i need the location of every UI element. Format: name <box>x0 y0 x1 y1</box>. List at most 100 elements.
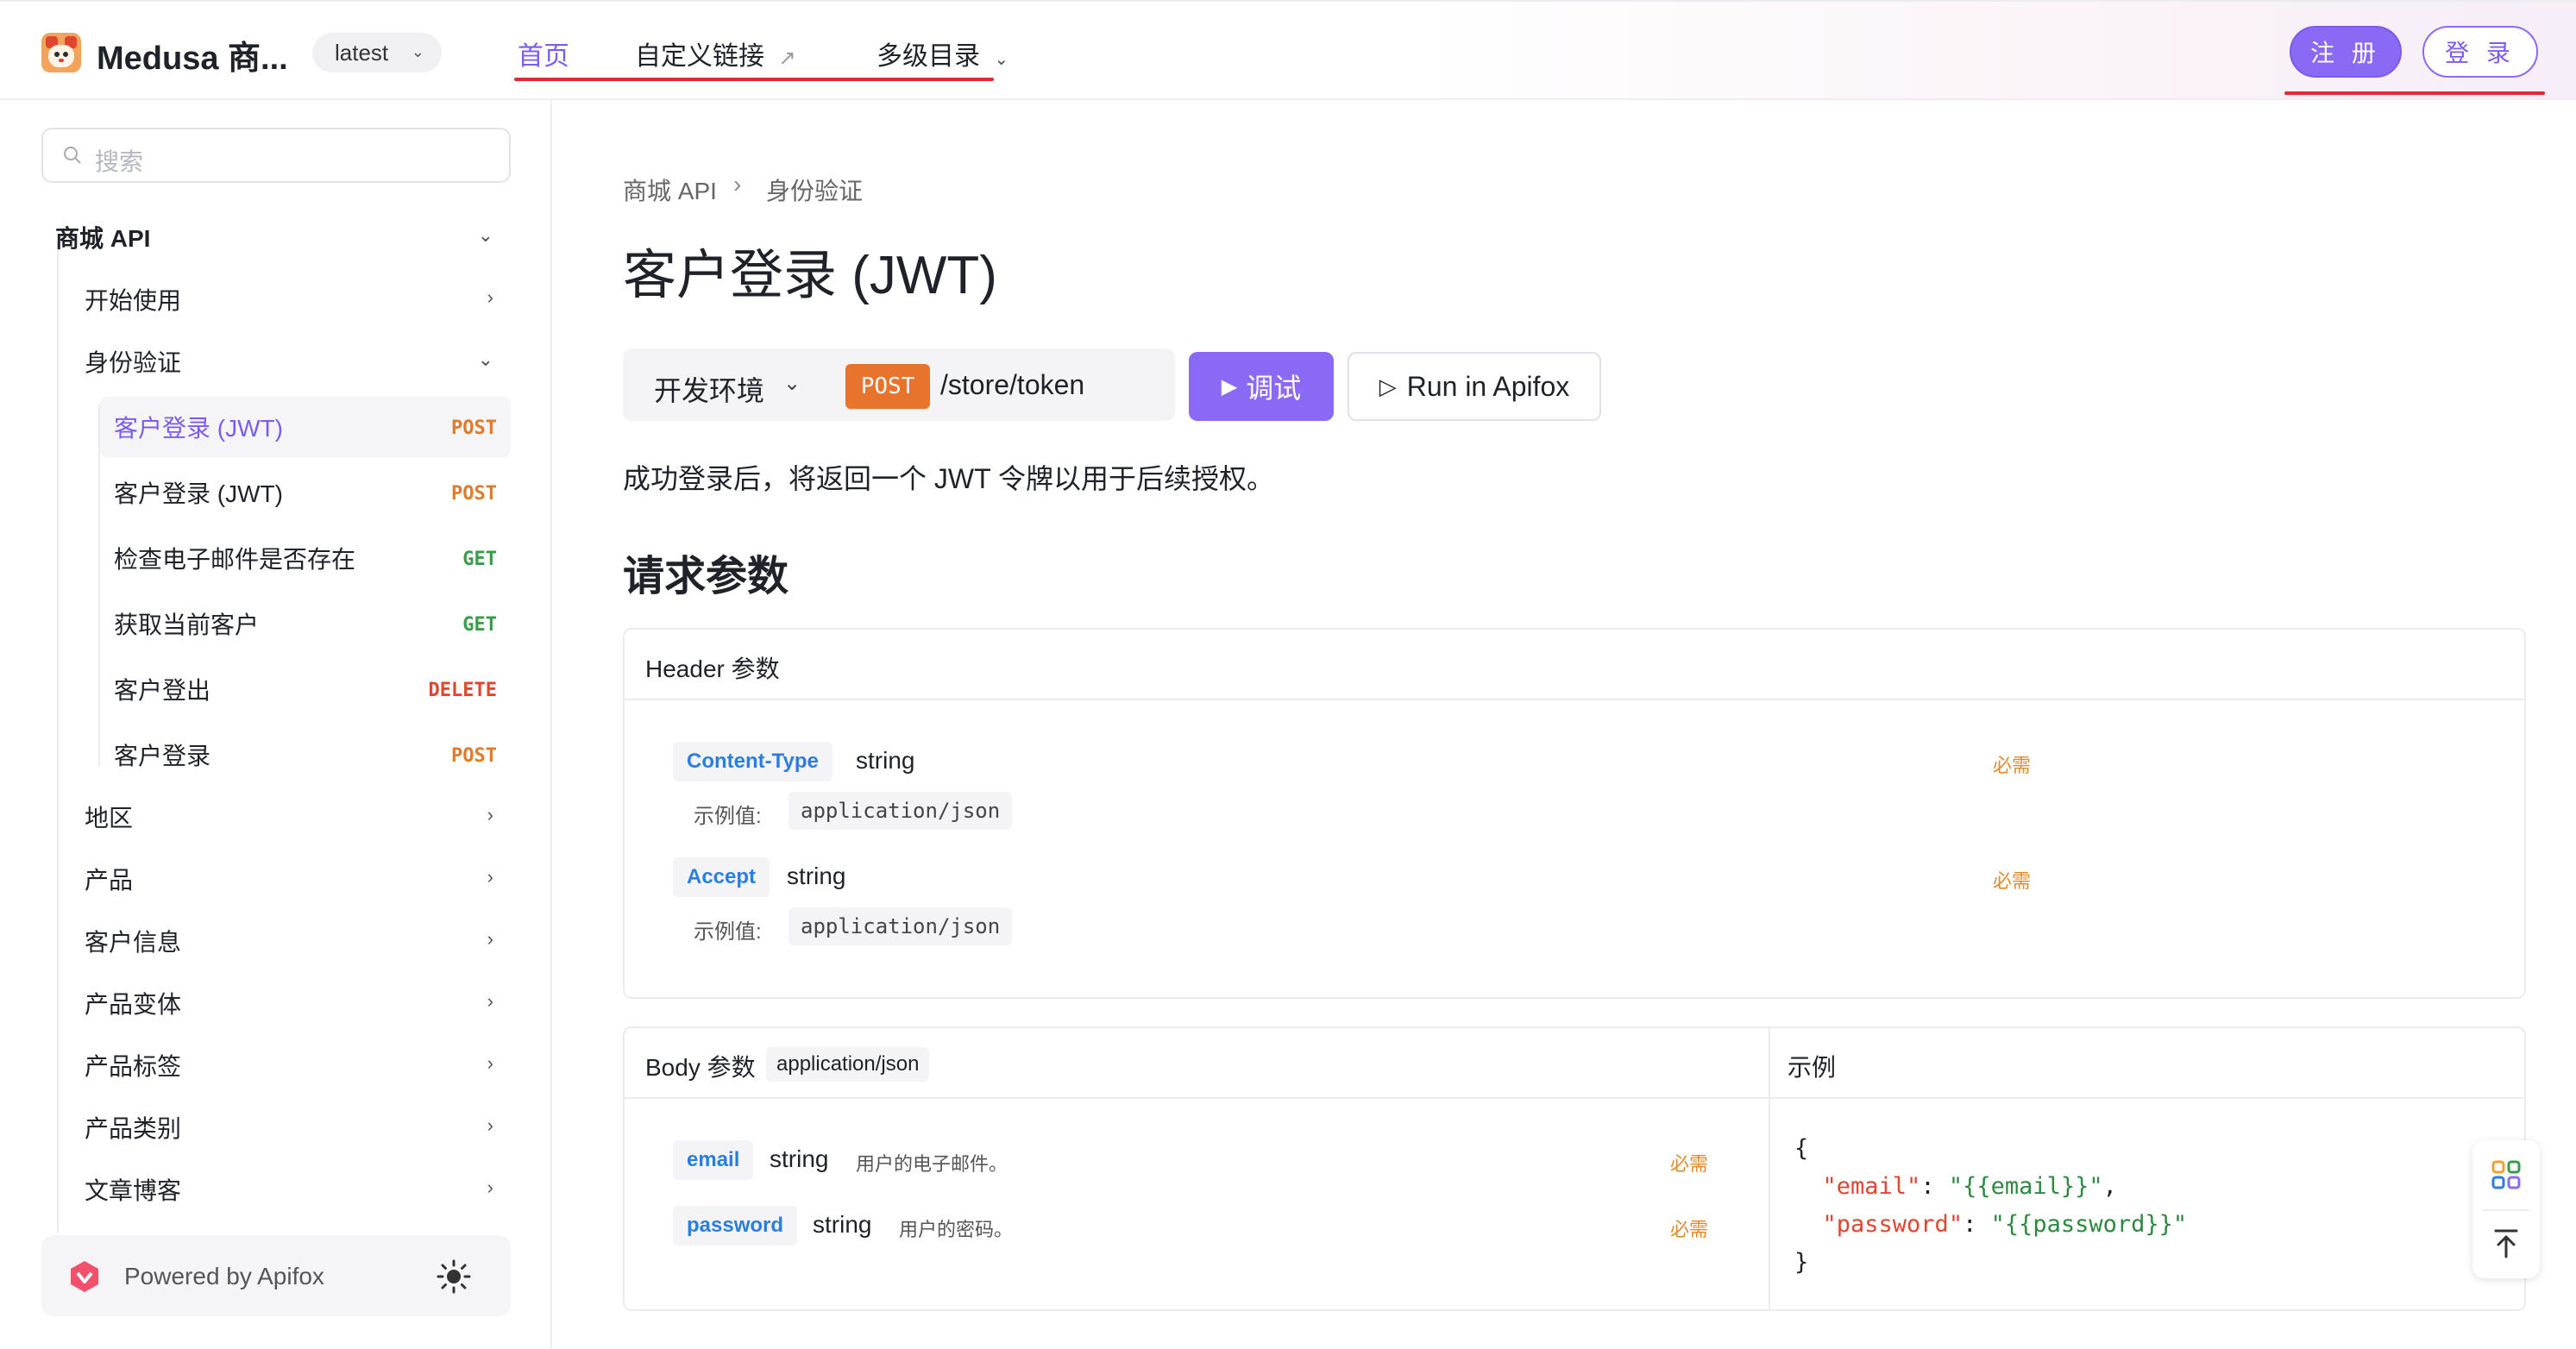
env-url-bar: 开发环境 ⌄ POST /store/token <box>623 348 1175 421</box>
param-type: string <box>787 863 846 889</box>
sidebar-item-customer-info[interactable]: 客户信息 › <box>71 911 511 971</box>
chevron-down-icon: ⌄ <box>411 43 424 60</box>
search-input[interactable]: 搜索 <box>41 128 511 183</box>
param-required: 必需 <box>1993 870 2032 892</box>
sidebar-item-customer-login-jwt-selected[interactable]: 客户登录 (JWT) POST <box>100 397 511 457</box>
nav-custom-link[interactable]: 自定义链接 ↗ <box>635 35 795 72</box>
sidebar-item-label: 身份验证 <box>85 349 182 376</box>
method-badge: GET <box>462 614 497 636</box>
endpoint-path: /store/token <box>940 369 1085 400</box>
chevron-down-icon: ⌄ <box>477 348 493 370</box>
code-value: "{{email}}" <box>1948 1173 2103 1200</box>
medusa-logo-icon[interactable] <box>41 33 81 72</box>
param-required: 必需 <box>1670 1153 1709 1175</box>
debug-button[interactable]: ▶ 调试 <box>1189 352 1334 421</box>
page-title: 客户登录 (JWT) <box>623 246 997 305</box>
sidebar-item-label: 客户登录 (JWT) <box>114 415 283 442</box>
example-label: 示例值: <box>694 805 762 828</box>
param-description: 用户的电子邮件。 <box>856 1153 1008 1175</box>
breadcrumb-auth[interactable]: 身份验证 <box>766 173 863 207</box>
sidebar-item-label: 客户登出 <box>114 677 211 704</box>
param-name[interactable]: Accept <box>673 857 770 897</box>
method-badge: POST <box>451 417 497 439</box>
external-link-icon: ↗ <box>778 47 796 70</box>
example-label: 示例值: <box>694 920 762 944</box>
theme-toggle-sun-icon[interactable] <box>435 1258 473 1296</box>
code-value: "{{password}}" <box>1990 1211 2188 1238</box>
site-title[interactable]: Medusa 商... <box>97 31 288 78</box>
chevron-down-icon[interactable]: ⌄ <box>783 371 801 396</box>
apps-grid-icon[interactable] <box>2491 1159 2522 1190</box>
chevron-right-icon: › <box>487 286 493 308</box>
method-badge: POST <box>845 364 930 409</box>
sidebar-item-check-email[interactable]: 检查电子邮件是否存在 GET <box>100 528 511 588</box>
sidebar-item-blog[interactable]: 文章博客 › <box>71 1159 511 1220</box>
sidebar-item-label: 客户登录 <box>114 743 211 769</box>
sidebar-item-label: 客户登录 (JWT) <box>114 480 283 507</box>
top-header: Medusa 商... latest ⌄ 首页 自定义链接 ↗ 多级目录 ⌄ 注… <box>0 0 2576 100</box>
param-name[interactable]: email <box>673 1140 754 1180</box>
chevron-right-icon: › <box>487 866 493 888</box>
param-name[interactable]: password <box>673 1206 798 1245</box>
nav-annotation-underline <box>514 78 994 81</box>
sidebar-item-label: 检查电子邮件是否存在 <box>114 546 356 573</box>
sidebar-item-label: 获取当前客户 <box>114 612 260 638</box>
sidebar-item-products[interactable]: 产品 › <box>71 849 511 909</box>
sidebar-item-label: 产品类别 <box>85 1115 182 1142</box>
back-to-top-icon[interactable] <box>2492 1228 2520 1259</box>
sidebar-item-label: 地区 <box>85 805 134 831</box>
chevron-right-icon: › <box>487 1052 493 1074</box>
search-icon <box>64 147 81 164</box>
param-type: string <box>813 1211 872 1238</box>
sidebar-item-label: 产品标签 <box>85 1053 182 1080</box>
example-title: 示例 <box>1787 1054 1837 1081</box>
search-placeholder: 搜索 <box>95 148 144 175</box>
breadcrumb-shop-api[interactable]: 商城 API <box>623 173 717 207</box>
env-select[interactable]: 开发环境 <box>654 369 764 409</box>
param-name[interactable]: Content-Type <box>673 742 832 781</box>
chevron-right-icon: › <box>487 1176 493 1198</box>
code-brace: } <box>1794 1249 1809 1276</box>
example-value: application/json <box>789 792 1013 830</box>
sidebar-item-product-tags[interactable]: 产品标签 › <box>71 1035 511 1095</box>
apifox-logo-icon <box>71 1261 98 1292</box>
register-button[interactable]: 注 册 <box>2290 26 2402 78</box>
method-badge: DELETE <box>428 680 497 701</box>
sidebar-item-label: 产品变体 <box>85 991 182 1018</box>
play-icon: ▶ <box>1221 374 1238 398</box>
sidebar-item-label: 开始使用 <box>85 287 182 314</box>
sidebar-item-regions[interactable]: 地区 › <box>71 787 511 847</box>
powered-by-text: Powered by Apifox <box>124 1263 324 1289</box>
sidebar-group-shop-api[interactable]: 商城 API ⌄ <box>41 207 511 267</box>
nav-custom-link-label: 自定义链接 <box>635 42 764 71</box>
run-in-apifox-button[interactable]: ▷ Run in Apifox <box>1348 352 1601 421</box>
nav-home[interactable]: 首页 <box>518 35 569 72</box>
example-code-block[interactable]: { "email": "{{email}}", "password": "{{p… <box>1794 1130 2187 1282</box>
body-params-title: Body 参数 <box>645 1054 756 1081</box>
nav-multilevel-label: 多级目录 <box>876 42 980 71</box>
sidebar-group-label: 商城 API <box>55 225 151 252</box>
method-badge: POST <box>451 483 497 505</box>
code-key: "email" <box>1822 1173 1921 1200</box>
powered-by-apifox[interactable]: Powered by Apifox <box>41 1235 511 1316</box>
login-button[interactable]: 登 录 <box>2422 26 2538 78</box>
column-divider <box>1769 1028 1770 1309</box>
sidebar-item-auth[interactable]: 身份验证 ⌄ <box>71 331 511 392</box>
sidebar-item-getting-started[interactable]: 开始使用 › <box>71 269 511 329</box>
version-select[interactable]: latest ⌄ <box>312 33 442 72</box>
panel-header: Header 参数 <box>625 630 2524 700</box>
nav-multilevel[interactable]: 多级目录 ⌄ <box>876 35 1008 72</box>
sidebar-item-get-current-customer[interactable]: 获取当前客户 GET <box>100 593 511 654</box>
sidebar-item-customer-login-jwt[interactable]: 客户登录 (JWT) POST <box>100 462 511 523</box>
sidebar-item-product-variants[interactable]: 产品变体 › <box>71 973 511 1033</box>
sidebar: 搜索 商城 API ⌄ 开始使用 › 身份验证 ⌄ 客户登录 (JWT) POS… <box>0 100 552 1349</box>
param-required: 必需 <box>1993 755 2032 776</box>
auth-annotation-underline <box>2284 91 2545 95</box>
tree-guide-line <box>57 242 59 1233</box>
sidebar-item-product-categories[interactable]: 产品类别 › <box>71 1097 511 1158</box>
sidebar-item-customer-logout[interactable]: 客户登出 DELETE <box>100 659 511 719</box>
panel-header: Body 参数 application/json 示例 <box>625 1028 2524 1099</box>
chevron-right-icon: › <box>487 804 493 825</box>
sidebar-item-customer-login[interactable]: 客户登录 POST <box>100 725 511 785</box>
content-type-badge: application/json <box>766 1047 930 1082</box>
